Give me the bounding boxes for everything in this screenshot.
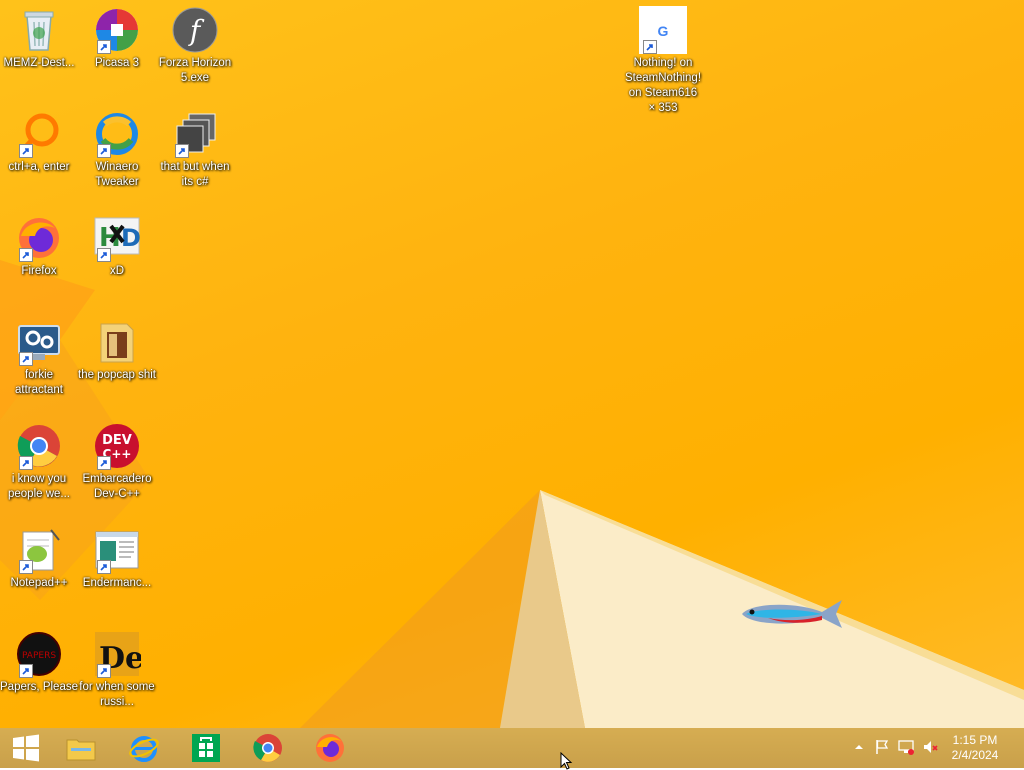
desktop-icon-label: Firefox (21, 265, 57, 277)
svg-text:PAPERS: PAPERS (22, 651, 56, 661)
folder-icon (66, 739, 96, 761)
shortcut-arrow-icon (97, 560, 111, 574)
shortcut-arrow-icon (19, 560, 33, 574)
desktop-icon-winaero[interactable]: Winaero Tweaker (78, 110, 156, 190)
settings-monitor-icon (15, 318, 63, 366)
desktop-icon-steam-nothing[interactable]: G Nothing! on SteamNothing! on Steam616 … (624, 6, 702, 116)
desktop-icon-label: the popcap shit (78, 369, 157, 381)
clock-date: 2/4/2024 (951, 748, 999, 762)
shortcut-arrow-icon (97, 40, 111, 54)
desktop-icon-picasa[interactable]: Picasa 3 (78, 6, 156, 71)
mouse-cursor-icon (560, 752, 573, 770)
volume-button[interactable] (921, 738, 939, 756)
folder-icon (93, 318, 141, 366)
desktop-icon-label: xD (109, 265, 125, 277)
desktop-icon-ctrl-a[interactable]: ctrl+a, enter (0, 110, 78, 175)
windows-logo-icon (13, 734, 39, 762)
firefox-button[interactable] (304, 730, 356, 766)
flash-icon: f (171, 6, 219, 54)
ie-icon (129, 736, 159, 762)
store-button[interactable] (180, 730, 232, 766)
desktop-icon-popcap-folder[interactable]: the popcap shit (78, 318, 156, 383)
papers-please-icon: PAPERS (15, 630, 63, 678)
desktop-icon-papers-please[interactable]: PAPERS Papers, Please (0, 630, 78, 695)
show-hidden-icons-button[interactable] (850, 738, 868, 756)
desktop-icon-forza[interactable]: f Forza Horizon 5.exe (156, 6, 234, 86)
de-icon: De (93, 630, 141, 678)
action-center-button[interactable] (873, 738, 891, 756)
desktop-icon-xd[interactable]: HD xD (78, 214, 156, 279)
network-button[interactable] (897, 738, 915, 756)
document-window-icon (93, 526, 141, 574)
chrome-icon (253, 734, 282, 762)
shortcut-arrow-icon (19, 144, 33, 158)
chevron-up-icon (855, 745, 863, 749)
desktop-icon-chrome[interactable]: i know you people we... (0, 422, 78, 502)
picasa-icon (93, 6, 141, 54)
desktop[interactable]: MEMZ-Dest... ctrl+a, enter Firefox forki… (0, 0, 1024, 728)
svg-text:DEV: DEV (102, 433, 132, 448)
volume-muted-icon (924, 741, 938, 753)
chrome-icon (15, 422, 63, 470)
firefox-icon (15, 214, 63, 262)
desktop-icon-label: for when some russi... (79, 681, 155, 708)
shortcut-arrow-icon (97, 456, 111, 470)
shortcut-arrow-icon (19, 456, 33, 470)
shortcut-arrow-icon (97, 144, 111, 158)
desktop-icon-label: Embarcadero Dev-C++ (82, 473, 152, 500)
desktop-icon-label: forkie attractant (15, 369, 63, 396)
start-button[interactable] (0, 730, 52, 766)
desktop-icon-label: Endermanc... (82, 577, 152, 589)
stacked-windows-icon (171, 110, 219, 158)
desktop-icon-label: Papers, Please (0, 681, 78, 693)
desktop-icon-label: i know you people we... (7, 473, 70, 500)
network-icon (898, 740, 914, 755)
desktop-icon-label: Forza Horizon 5.exe (158, 57, 232, 84)
desktop-icon-label: MEMZ-Dest... (3, 57, 75, 69)
desktop-icon-endermanch[interactable]: Endermanc... (78, 526, 156, 591)
desktop-icon-firefox[interactable]: Firefox (0, 214, 78, 279)
desktop-icon-de[interactable]: De for when some russi... (78, 630, 156, 710)
clock[interactable]: 1:15 PM 2/4/2024 (940, 733, 1010, 763)
shortcut-arrow-icon (97, 664, 111, 678)
desktop-icon-forkie[interactable]: forkie attractant (0, 318, 78, 398)
ccleaner-ring-icon (15, 110, 63, 158)
chrome-button[interactable] (242, 730, 294, 766)
google-icon: G (639, 6, 687, 54)
winaero-icon (93, 110, 141, 158)
shortcut-arrow-icon (97, 248, 111, 262)
recycle-bin-icon (15, 6, 63, 54)
flag-icon (876, 740, 889, 754)
desktop-icon-label: Nothing! on SteamNothing! on Steam616 × … (624, 57, 702, 114)
desktop-icon-label: Notepad++ (10, 577, 68, 589)
firefox-icon (316, 734, 344, 762)
shortcut-arrow-icon (175, 144, 189, 158)
desktop-icon-devcpp[interactable]: DEV C++ Embarcadero Dev-C++ (78, 422, 156, 502)
devcpp-icon: DEV C++ (93, 422, 141, 470)
shortcut-arrow-icon (19, 664, 33, 678)
store-icon (192, 734, 220, 762)
taskbar: 1:15 PM 2/4/2024 (0, 728, 1024, 768)
clock-time: 1:15 PM (952, 733, 998, 747)
desktop-icon-label: that but when its c# (160, 161, 230, 188)
internet-explorer-button[interactable] (118, 730, 170, 766)
desktop-icon-label: Picasa 3 (94, 57, 140, 69)
hxd-icon: HD (93, 214, 141, 262)
show-desktop-button[interactable] (1018, 728, 1024, 768)
fish-icon (742, 600, 842, 628)
desktop-icon-label: ctrl+a, enter (8, 161, 70, 173)
desktop-icon-notepadpp[interactable]: Notepad++ (0, 526, 78, 591)
desktop-icon-label: Winaero Tweaker (95, 161, 139, 188)
shortcut-arrow-icon (643, 40, 657, 54)
svg-text:D: D (121, 224, 141, 252)
file-explorer-button[interactable] (55, 730, 107, 766)
desktop-icon-csharp[interactable]: that but when its c# (156, 110, 234, 190)
shortcut-arrow-icon (19, 248, 33, 262)
shortcut-arrow-icon (19, 352, 33, 366)
notepadpp-icon (15, 526, 63, 574)
desktop-icon-memz[interactable]: MEMZ-Dest... (0, 6, 78, 71)
svg-text:G: G (658, 23, 669, 39)
